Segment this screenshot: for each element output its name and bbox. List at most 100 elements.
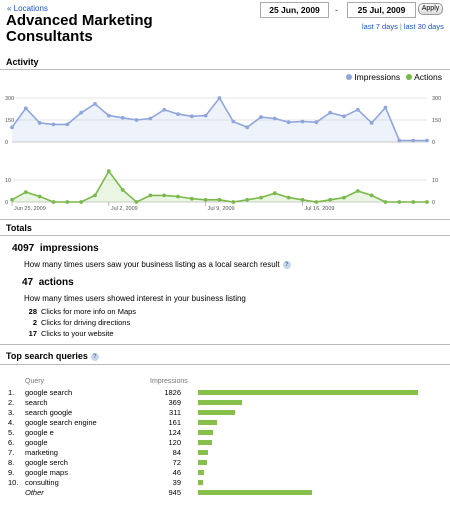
data-point-impressions [176,112,180,117]
business-name-title: Advanced Marketing Consultants [6,12,153,45]
data-point-actions [245,197,250,202]
query-rank: 3. [8,408,15,417]
data-point-actions [217,197,222,202]
y-tick-label-right: 300 [432,96,441,102]
query-row: 3. search google 311 [0,408,450,417]
query-impressions: 72 [172,458,181,467]
data-point-actions [162,193,167,198]
queries-top-divider [0,344,450,345]
query-rank: 4. [8,418,15,427]
y-tick-label-left: 0 [5,140,8,146]
query-text: google e [25,428,54,437]
x-tick-label: Jul 2, 2009 [111,206,138,212]
query-text: consulting [25,478,59,487]
action-label: Clicks for more info on Maps [41,307,137,316]
query-row: Other 945 [0,488,450,497]
data-point-actions [203,197,208,202]
data-point-impressions [425,138,429,143]
query-column-header: Query [25,378,45,385]
data-point-actions [23,190,28,194]
last-30-days-link[interactable]: last 30 days [404,22,444,31]
quick-range-separator: | [399,22,402,31]
query-text: google search [25,388,73,397]
help-icon[interactable]: ? [90,353,99,361]
data-point-impressions [51,122,56,127]
query-row: 5. google e 124 [0,428,450,437]
action-breakdown-row: 17 Clicks to your website [24,329,114,338]
y-tick-label-left: 150 [5,118,14,124]
query-impressions: 311 [169,408,181,417]
query-text: google [25,438,48,447]
data-point-actions [355,189,360,193]
last-7-days-link[interactable]: last 7 days [362,22,398,31]
query-row: 10. consulting 39 [0,478,450,487]
query-row: 8. google serch 72 [0,458,450,467]
query-text: Other [25,488,44,497]
data-point-actions [369,193,374,198]
data-point-actions [176,194,180,199]
data-point-actions [79,200,84,204]
action-breakdown-row: 28 Clicks for more info on Maps [24,307,136,316]
chart-legend: Impressions Actions [340,72,442,82]
query-text: search [25,398,48,407]
data-point-impressions [106,113,111,118]
query-text: google serch [25,458,68,467]
y-tick-label-right: 0 [432,200,435,206]
data-point-actions [342,195,346,200]
query-impressions-bar [198,480,203,485]
help-icon[interactable]: ? [282,261,291,269]
data-point-impressions [148,116,153,121]
query-rank: 2. [8,398,15,407]
impressions-legend-dot [346,74,353,80]
query-text: marketing [25,448,58,457]
data-point-impressions [314,120,319,125]
impressions-label: impressions [39,243,99,254]
query-impressions: 161 [168,418,181,427]
x-tick-label: Jun 25, 2009 [14,206,46,212]
query-impressions: 369 [168,398,181,407]
date-to-field[interactable]: 25 Jul, 2009 [347,2,416,18]
activity-divider [0,69,450,70]
query-impressions: 1826 [164,388,181,397]
query-row: 4. google search engine 161 [0,418,450,427]
query-impressions: 46 [172,468,181,477]
data-point-actions [106,169,111,174]
data-point-actions [397,200,402,204]
date-from-field[interactable]: 25 Jun, 2009 [260,2,329,18]
data-point-impressions [286,120,291,125]
quick-range-links: last 7 days | last 30 days [362,22,444,31]
apply-button[interactable]: Apply [418,3,443,15]
query-impressions-bar [198,490,312,495]
data-point-actions [272,191,277,196]
data-point-impressions [259,115,263,119]
query-rank: 1. [8,388,15,397]
query-rank: 6. [8,438,15,447]
data-point-impressions [65,122,70,127]
data-point-actions [259,195,263,200]
impressions-legend-label: Impressions [354,72,401,82]
data-point-impressions [411,138,416,143]
data-point-impressions [23,106,28,111]
series-area-actions [12,171,427,202]
action-label: Clicks to your website [41,329,114,338]
x-tick-label: Jul 16, 2009 [305,206,335,212]
impressions-total: 4097 impressions [12,243,99,254]
actions-description: How many times users showed interest in … [24,294,246,303]
date-range-separator: - [335,5,338,15]
data-point-actions [411,200,416,204]
activity-chart: 300 300 150 150 0 0 10 10 0 0 Jun 25, 2009 Jul 2, 2… [5,96,441,212]
query-impressions-bar [198,460,207,465]
actions-legend-dot [406,74,413,80]
data-point-actions [383,200,388,204]
chart-bottom-divider [0,219,450,220]
query-rank: 10. [8,478,19,487]
data-point-actions [65,200,70,204]
impressions-column-header: Impressions [150,378,188,385]
query-impressions-bar [198,390,418,395]
activity-heading: Activity [6,57,39,67]
impressions-description-text: How many times users saw your business l… [24,260,280,269]
query-impressions-bar [198,400,242,405]
query-rank: 7. [8,448,15,457]
data-point-actions [10,197,14,202]
top-queries-title: Top search queries [6,351,88,361]
